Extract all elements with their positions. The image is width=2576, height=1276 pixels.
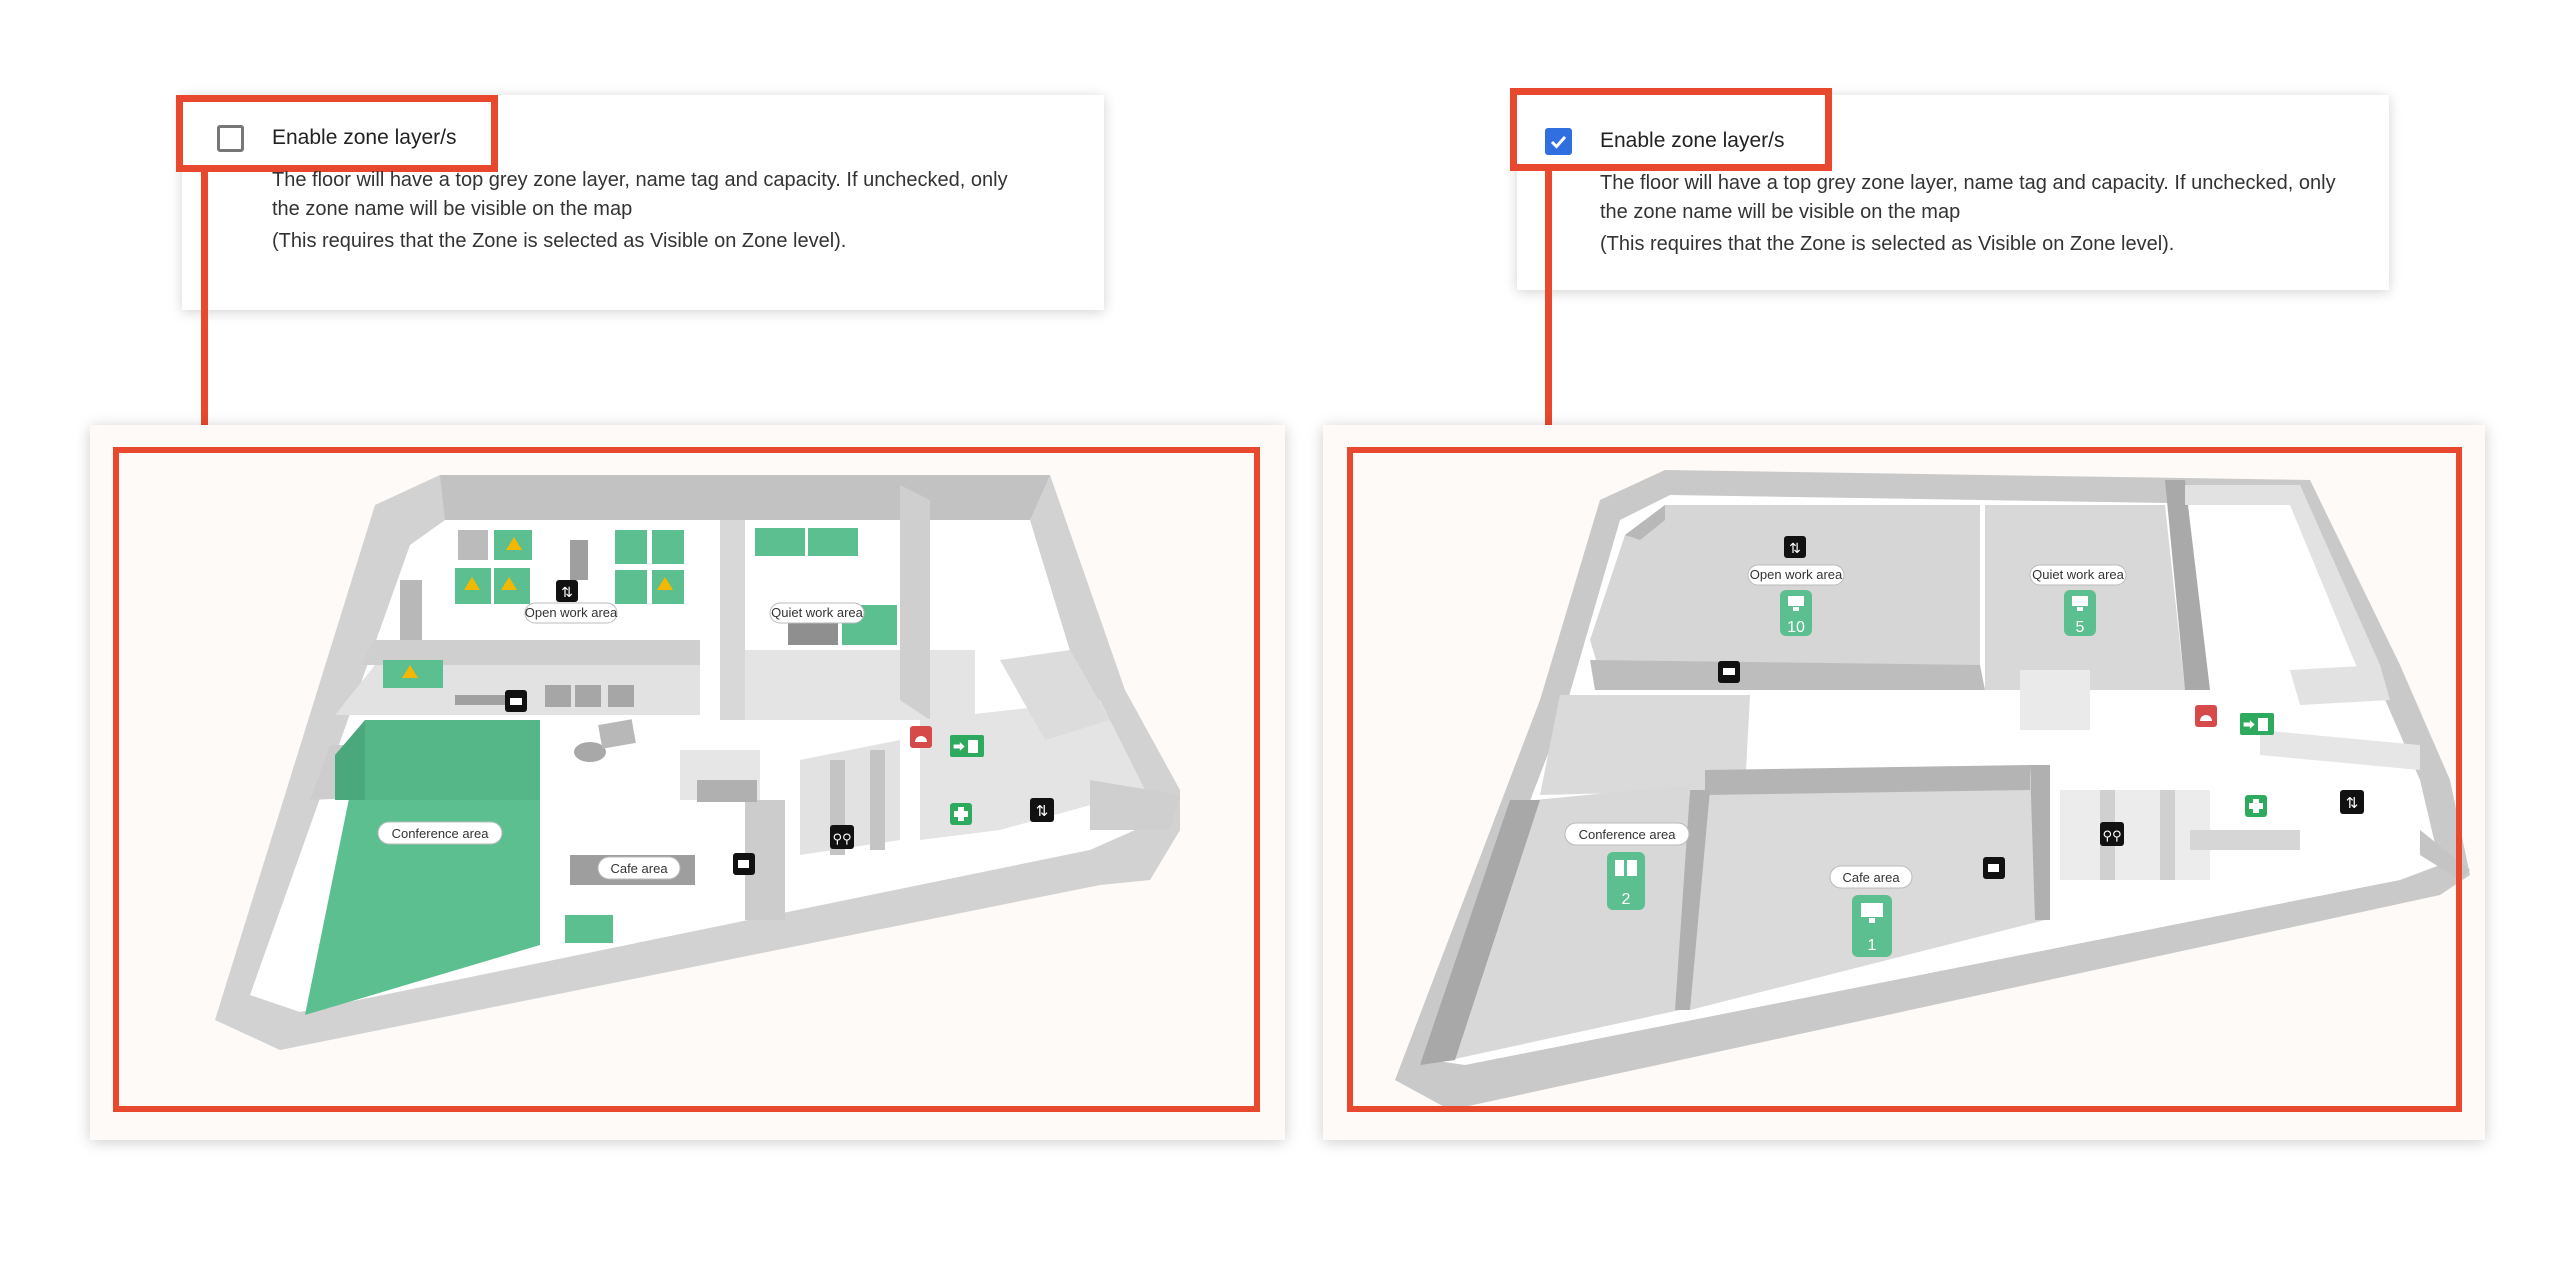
- description-note: (This requires that the Zone is selected…: [272, 230, 847, 252]
- description-line: The floor will have a top grey zone laye…: [1600, 172, 2336, 194]
- map-highlight-right: [1347, 447, 2462, 1112]
- description-line: the zone name will be visible on the map: [1600, 201, 1961, 223]
- checkbox-highlight-right: [1510, 88, 1832, 171]
- connector-line-right: [1545, 171, 1552, 448]
- map-highlight-left: [113, 447, 1260, 1112]
- connector-line-left: [201, 172, 208, 448]
- zone-description-left: The floor will have a top grey zone laye…: [272, 166, 1072, 256]
- description-line: the zone name will be visible on the map: [272, 198, 633, 220]
- description-line: The floor will have a top grey zone laye…: [272, 169, 1008, 191]
- zone-description-right: The floor will have a top grey zone laye…: [1600, 169, 2390, 259]
- description-note: (This requires that the Zone is selected…: [1600, 233, 2175, 255]
- checkbox-highlight-left: [176, 95, 498, 172]
